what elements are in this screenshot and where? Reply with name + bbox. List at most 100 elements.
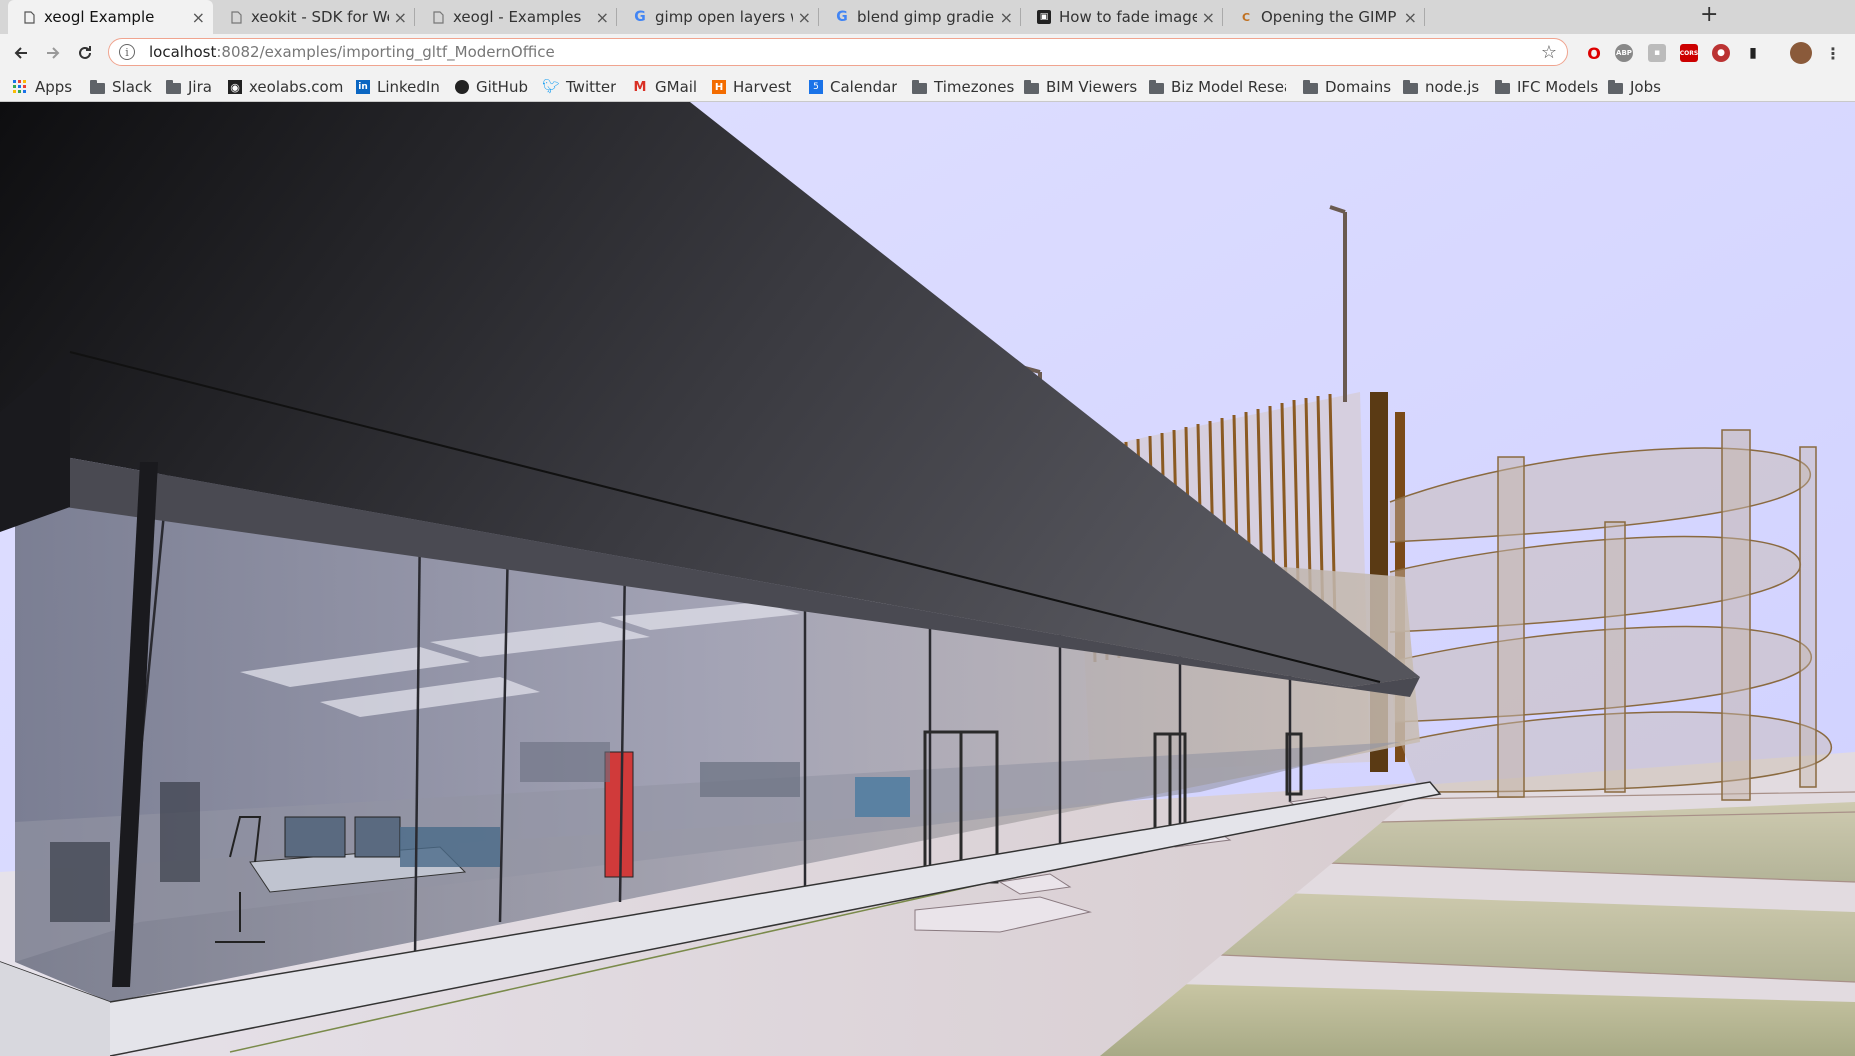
close-icon[interactable]: ×	[1000, 8, 1013, 27]
adblock-icon[interactable]: ABP	[1615, 44, 1633, 62]
xeolabs-icon: ◉	[228, 80, 242, 94]
page-icon	[431, 10, 445, 24]
tab-title: blend gimp gradient layer	[857, 8, 995, 26]
bookmark-xeolabs[interactable]: ◉ xeolabs.com	[228, 77, 343, 97]
bookmark-domains[interactable]: Domains	[1302, 77, 1391, 97]
tab-xeogl-example[interactable]: xeogl Example ×	[8, 0, 213, 34]
google-icon: G	[634, 9, 646, 25]
bookmark-label: Slack	[112, 78, 152, 96]
opera-icon[interactable]: O	[1585, 44, 1603, 63]
url-text: localhost:8082/examples/importing_gltf_M…	[149, 43, 555, 61]
gmail-icon: M	[633, 79, 647, 95]
bookmark-label: Jobs	[1630, 78, 1661, 96]
folder-icon	[1023, 79, 1039, 94]
calendar-icon: 5	[809, 80, 823, 94]
bookmark-label: GMail	[655, 78, 698, 96]
tab-title: gimp open layers window	[655, 8, 793, 26]
tab-blend-gimp[interactable]: G blend gimp gradient layer ×	[821, 0, 1021, 34]
bookmark-twitter[interactable]: 🐦︎ Twitter	[543, 77, 616, 97]
address-bar[interactable]: i localhost:8082/examples/importing_gltf…	[108, 38, 1568, 66]
back-button[interactable]	[8, 40, 34, 66]
tab-title: xeogl - Examples	[453, 8, 582, 26]
menu-icon[interactable]: ⋮	[1824, 44, 1842, 63]
bookmark-jobs[interactable]: Jobs	[1607, 77, 1661, 97]
folder-icon	[89, 79, 105, 94]
bookmark-label: Calendar	[830, 78, 898, 96]
bookmark-label: Jira	[188, 78, 212, 96]
page-icon	[229, 10, 243, 24]
folder-icon	[1607, 79, 1623, 94]
tab-title: Opening the GIMP Layers	[1261, 8, 1399, 26]
bookmark-label: node.js	[1425, 78, 1480, 96]
bookmark-timezones[interactable]: Timezones	[911, 77, 1014, 97]
tab-fade-image-layers[interactable]: ▣ How to fade image layers ×	[1023, 0, 1223, 34]
pocket-icon[interactable]: ▮	[1744, 44, 1762, 62]
bookmark-apps[interactable]: Apps	[12, 77, 72, 97]
bookmark-label: Twitter	[566, 78, 617, 96]
bookmark-label: Timezones	[934, 78, 1015, 96]
google-icon: G	[836, 9, 848, 25]
reload-icon	[79, 46, 91, 59]
close-icon[interactable]: ×	[192, 8, 205, 27]
bookmark-linkedin[interactable]: in LinkedIn	[356, 77, 440, 97]
folder-icon	[1148, 79, 1164, 94]
harvest-icon: H	[712, 80, 726, 94]
bookmarks-bar: Apps Slack Jira ◉ xeolabs.com in LinkedI…	[0, 72, 1855, 102]
bookmark-calendar[interactable]: 5 Calendar	[809, 77, 897, 97]
bookmark-label: LinkedIn	[377, 78, 440, 96]
folder-icon	[165, 79, 181, 94]
close-icon[interactable]: ×	[394, 8, 407, 27]
profile-avatar[interactable]	[1790, 42, 1812, 64]
bookmark-biz-model-research[interactable]: Biz Model Research	[1148, 77, 1286, 97]
image-extension-icon[interactable]: ▪	[1648, 44, 1666, 62]
site-icon: C	[1241, 10, 1251, 24]
close-icon[interactable]: ×	[1404, 8, 1417, 27]
3d-model-canvas[interactable]	[0, 102, 1855, 1056]
tab-title: xeogl Example	[44, 8, 155, 26]
info-icon[interactable]: i	[119, 44, 135, 60]
bookmark-label: Domains	[1325, 78, 1392, 96]
forward-arrow-icon	[47, 47, 60, 59]
page-icon	[22, 10, 36, 24]
close-icon[interactable]: ×	[798, 8, 811, 27]
bookmark-bim-viewers[interactable]: BIM Viewers	[1023, 77, 1137, 97]
bookmark-jira[interactable]: Jira	[165, 77, 212, 97]
folder-icon	[1494, 79, 1510, 94]
apps-grid-icon	[12, 80, 28, 94]
bookmark-ifc-models[interactable]: IFC Models	[1494, 77, 1598, 97]
extension-icon[interactable]: ●	[1712, 44, 1730, 62]
bookmark-label: xeolabs.com	[249, 78, 344, 96]
back-arrow-icon	[14, 47, 27, 59]
tab-gimp-open-layers[interactable]: G gimp open layers window ×	[619, 0, 819, 34]
bookmark-gmail[interactable]: M GMail	[632, 77, 698, 97]
bookmark-label: GitHub	[476, 78, 528, 96]
new-tab-button[interactable]: +	[1700, 2, 1718, 27]
bookmark-nodejs[interactable]: node.js	[1402, 77, 1479, 97]
twitter-icon: 🐦︎	[543, 79, 560, 95]
reload-button[interactable]	[72, 40, 98, 66]
folder-icon	[1402, 79, 1418, 94]
bookmark-label: Biz Model Research	[1171, 78, 1286, 96]
forward-button[interactable]	[40, 40, 66, 66]
bookmark-label: Apps	[35, 78, 73, 96]
bookmark-label: IFC Models	[1517, 78, 1599, 96]
tab-title: xeokit - SDK for Web-Based	[251, 8, 389, 26]
bookmark-label: BIM Viewers	[1046, 78, 1138, 96]
site-icon: ▣	[1037, 10, 1051, 24]
tab-xeokit-sdk[interactable]: xeokit - SDK for Web-Based ×	[215, 0, 415, 34]
tab-strip: xeogl Example × xeokit - SDK for Web-Bas…	[0, 0, 1855, 34]
tab-xeogl-examples[interactable]: xeogl - Examples ×	[417, 0, 617, 34]
bookmark-github[interactable]: GitHub	[455, 77, 528, 97]
linkedin-icon: in	[356, 80, 370, 94]
bookmark-label: Harvest	[733, 78, 792, 96]
bookmark-harvest[interactable]: H Harvest	[712, 77, 791, 97]
folder-icon	[911, 79, 927, 94]
browser-toolbar: i localhost:8082/examples/importing_gltf…	[0, 34, 1855, 72]
tab-title: How to fade image layers	[1059, 8, 1197, 26]
tab-opening-gimp-layers[interactable]: C Opening the GIMP Layers ×	[1225, 0, 1425, 34]
cors-extension-icon[interactable]: CORS	[1680, 44, 1698, 62]
bookmark-slack[interactable]: Slack	[89, 77, 152, 97]
close-icon[interactable]: ×	[596, 8, 609, 27]
close-icon[interactable]: ×	[1202, 8, 1215, 27]
bookmark-star-icon[interactable]: ☆	[1541, 42, 1557, 63]
